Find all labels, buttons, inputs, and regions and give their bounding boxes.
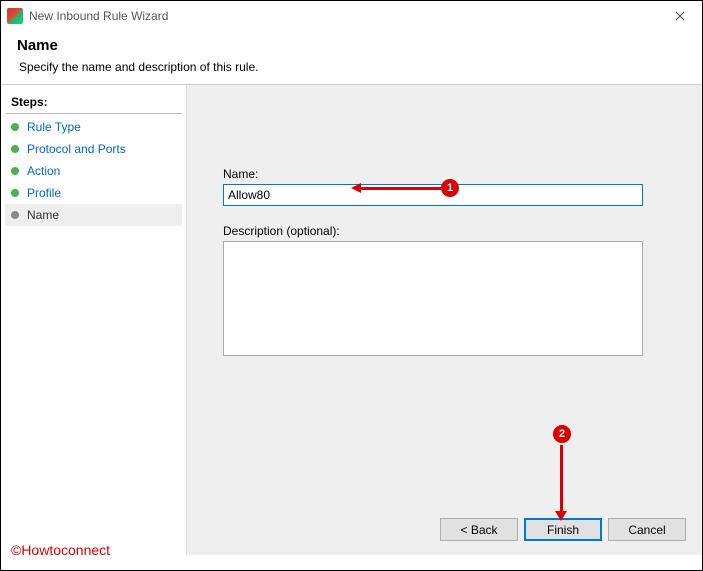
steps-sidebar: Steps: Rule Type Protocol and Ports Acti… (1, 85, 186, 555)
wizard-body: Steps: Rule Type Protocol and Ports Acti… (1, 85, 702, 555)
step-rule-type[interactable]: Rule Type (5, 116, 182, 138)
cancel-button[interactable]: Cancel (608, 518, 686, 541)
step-bullet-icon (11, 211, 19, 219)
step-bullet-icon (11, 167, 19, 175)
finish-button[interactable]: Finish (524, 518, 602, 541)
step-label: Profile (27, 186, 61, 200)
arrow-line-icon (560, 445, 563, 513)
arrow-head-icon (555, 511, 567, 521)
description-label: Description (optional): (223, 224, 670, 238)
watermark: ©Howtoconnect (11, 542, 110, 558)
close-button[interactable] (657, 1, 702, 31)
description-input[interactable] (223, 241, 643, 356)
step-bullet-icon (11, 123, 19, 131)
main-panel: Name: Description (optional): < Back Fin… (186, 85, 702, 555)
step-action[interactable]: Action (5, 160, 182, 182)
step-label: Protocol and Ports (27, 142, 126, 156)
back-button[interactable]: < Back (440, 518, 518, 541)
name-input[interactable] (223, 184, 643, 206)
step-name[interactable]: Name (5, 204, 182, 226)
button-row: < Back Finish Cancel (440, 518, 686, 541)
page-subtitle: Specify the name and description of this… (19, 60, 686, 74)
window-title: New Inbound Rule Wizard (29, 9, 168, 23)
name-label: Name: (223, 167, 670, 181)
steps-header: Steps: (5, 93, 182, 114)
step-label: Rule Type (27, 120, 81, 134)
firewall-icon (7, 8, 23, 24)
step-protocol-ports[interactable]: Protocol and Ports (5, 138, 182, 160)
step-profile[interactable]: Profile (5, 182, 182, 204)
step-label: Name (27, 208, 59, 222)
step-bullet-icon (11, 189, 19, 197)
step-label: Action (27, 164, 60, 178)
close-icon (675, 11, 685, 21)
titlebar: New Inbound Rule Wizard (1, 1, 702, 31)
page-title: Name (17, 37, 686, 54)
step-bullet-icon (11, 145, 19, 153)
wizard-header: Name Specify the name and description of… (1, 31, 702, 85)
